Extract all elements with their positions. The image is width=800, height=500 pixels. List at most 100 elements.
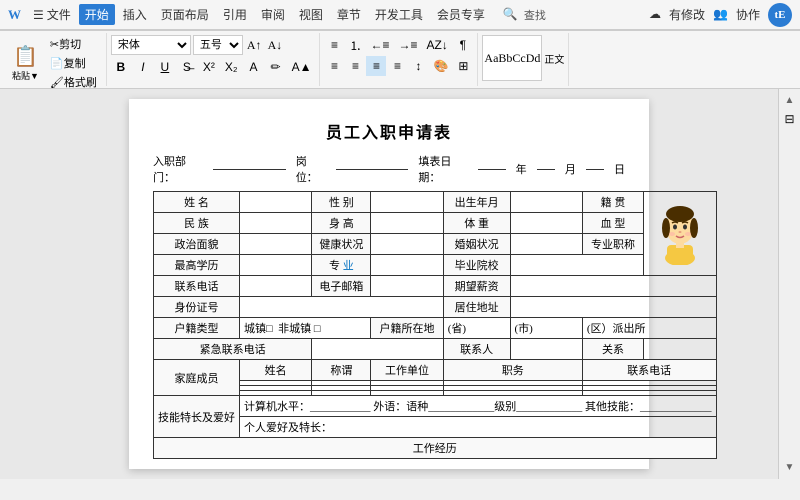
hukou-district[interactable]: (区）派出所 [582, 318, 716, 339]
collab-label[interactable]: 协作 [736, 6, 760, 23]
search-label[interactable]: 查找 [524, 7, 546, 23]
sort-button[interactable]: AZ↓ [423, 35, 452, 55]
name-value[interactable] [240, 192, 312, 213]
style-group: AaBbCcDd 正文 [478, 33, 569, 86]
bullet-list-button[interactable]: ≡ [324, 35, 344, 55]
dept-label: 入职部门： [153, 153, 203, 185]
paste-group-top: 📋 粘贴▼ ✂ 剪切 📄 复制 🖌 格式刷 [8, 35, 102, 91]
menu-layout[interactable]: 页面布局 [155, 4, 215, 25]
gender-value[interactable] [371, 192, 443, 213]
major-value[interactable] [371, 255, 443, 276]
subscript-button[interactable]: X₂ [221, 57, 242, 77]
paragraph-group: ≡ ⒈ ←≡ →≡ AZ↓ ¶ ≡ ≡ ≡ ≡ ↕ 🎨 ⊞ [320, 33, 478, 86]
menu-insert[interactable]: 插入 [117, 4, 153, 25]
indent-decrease-button[interactable]: ←≡ [366, 35, 393, 55]
work-history-row: 工作经历 [154, 438, 717, 459]
scroll-down-arrow[interactable]: ▼ [783, 460, 797, 475]
menu-dev[interactable]: 开发工具 [369, 4, 429, 25]
table-row: 家庭成员 姓名 称谓 工作单位 职务 联系电话 [154, 360, 717, 381]
menu-ref[interactable]: 引用 [217, 4, 253, 25]
family-name-col: 姓名 [240, 360, 312, 381]
ribbon-toolbar: 📋 粘贴▼ ✂ 剪切 📄 复制 🖌 格式刷 宋体 五号 [0, 30, 800, 88]
font-name-select[interactable]: 宋体 [111, 35, 191, 55]
year-value[interactable] [478, 169, 505, 170]
emergency-contact-value[interactable] [510, 339, 582, 360]
collab-icon: 👥 [713, 7, 728, 22]
health-value[interactable] [371, 234, 443, 255]
height-value[interactable] [371, 213, 443, 234]
menu-start[interactable]: 开始 [79, 4, 115, 25]
indent-increase-button[interactable]: →≡ [394, 35, 421, 55]
birthdate-value[interactable] [510, 192, 582, 213]
strikethrough-button[interactable]: S̶ [177, 57, 197, 77]
name-label: 姓 名 [154, 192, 240, 213]
month-value[interactable] [537, 169, 555, 170]
numbered-list-button[interactable]: ⒈ [345, 35, 365, 55]
dept-value[interactable] [213, 169, 286, 170]
hukou-city[interactable]: (市) [510, 318, 582, 339]
relationship-value[interactable] [644, 339, 716, 360]
hukou-province[interactable]: (省) [443, 318, 510, 339]
address-value[interactable] [510, 297, 716, 318]
char-shading-button[interactable]: A▲ [288, 57, 316, 77]
emergency-phone-value[interactable] [312, 339, 443, 360]
font-shrink-icon[interactable]: A↓ [266, 38, 285, 53]
major-link[interactable]: 业 [343, 260, 354, 272]
day-label: 日 [614, 161, 625, 177]
school-value[interactable] [510, 255, 644, 276]
menu-view[interactable]: 视图 [293, 4, 329, 25]
phone-value[interactable] [240, 276, 312, 297]
copy-button[interactable]: 📄 复制 [45, 54, 102, 72]
skills-row: 技能特长及爱好 计算机水平：___________ 外语：语种_________… [154, 396, 717, 417]
align-justify-button[interactable]: ≡ [387, 56, 407, 76]
scroll-up-arrow[interactable]: ▲ [783, 93, 797, 108]
show-marks-button[interactable]: ¶ [453, 35, 473, 55]
bold-button[interactable]: B [111, 57, 131, 77]
idcard-value[interactable] [240, 297, 444, 318]
shading-button[interactable]: 🎨 [429, 56, 452, 76]
position-value[interactable] [336, 169, 409, 170]
salary-value[interactable] [510, 276, 716, 297]
avatar-cell [644, 192, 716, 276]
menu-chapter[interactable]: 章节 [331, 4, 367, 25]
border-button[interactable]: ⊞ [453, 56, 473, 76]
email-value[interactable] [371, 276, 443, 297]
line-spacing-button[interactable]: ↕ [408, 56, 428, 76]
collapse-icon[interactable]: ⊟ [784, 112, 794, 127]
style-label: 正文 [544, 51, 564, 66]
font-grow-icon[interactable]: A↑ [245, 38, 264, 53]
align-left-button[interactable]: ≡ [324, 56, 344, 76]
superscript-button[interactable]: X² [199, 57, 219, 77]
font-color-button[interactable]: A [244, 57, 264, 77]
align-center-button[interactable]: ≡ [345, 56, 365, 76]
hukou-loc-label: 户籍所在地 [371, 318, 443, 339]
underline-button[interactable]: U [155, 57, 175, 77]
edu-value[interactable] [240, 255, 312, 276]
month-label: 月 [565, 161, 576, 177]
style-label-area: 正文 [544, 51, 564, 66]
form-table: 姓 名 性 别 出生年月 籍 贯 [153, 191, 717, 459]
font-size-select[interactable]: 五号 [193, 35, 243, 55]
cut-button[interactable]: ✂ 剪切 [45, 35, 102, 53]
user-avatar[interactable]: tE [768, 3, 792, 27]
ethnicity-value[interactable] [240, 213, 312, 234]
birthdate-label: 出生年月 [443, 192, 510, 213]
weight-value[interactable] [510, 213, 582, 234]
document-scroll[interactable]: 员工入职申请表 入职部门： 岗位： 填表日期： 年 月 日 [0, 89, 778, 479]
menu-review[interactable]: 审阅 [255, 4, 291, 25]
align-right-button[interactable]: ≡ [366, 56, 386, 76]
day-value[interactable] [586, 169, 604, 170]
phone-label: 联系电话 [154, 276, 240, 297]
highlight-button[interactable]: ✏ [266, 57, 286, 77]
paste-button[interactable]: 📋 粘贴▼ [8, 40, 43, 86]
menu-file[interactable]: ☰ 文件 [27, 4, 77, 25]
form-header: 入职部门： 岗位： 填表日期： 年 月 日 [153, 153, 625, 185]
marital-value[interactable] [510, 234, 582, 255]
italic-button[interactable]: I [133, 57, 153, 77]
style-preview-box[interactable]: AaBbCcDd [482, 35, 542, 81]
personal-interests-cell: 个人爱好及特长： [240, 417, 717, 438]
menu-vip[interactable]: 会员专享 [431, 4, 491, 25]
cloud-status[interactable]: 有修改 [669, 6, 705, 23]
political-value[interactable] [240, 234, 312, 255]
font-controls: 宋体 五号 A↑ A↓ B I U S̶ X² X₂ A ✏ [111, 35, 316, 77]
